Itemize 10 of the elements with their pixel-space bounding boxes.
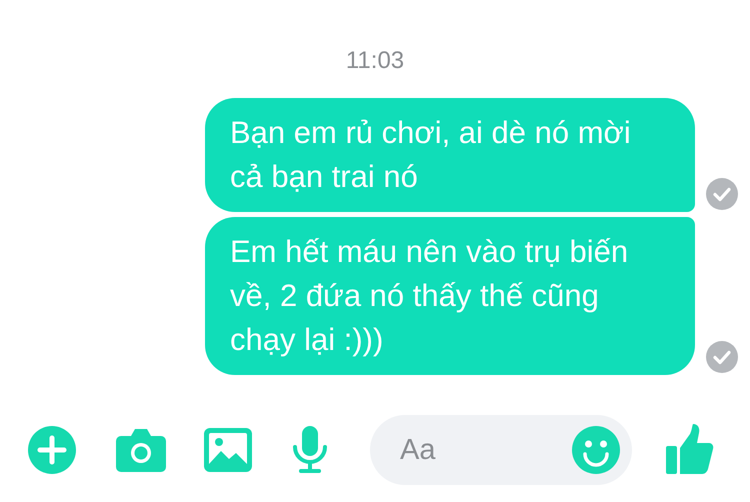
message-field[interactable]: Aa — [370, 415, 632, 485]
thumbs-up-button[interactable] — [666, 424, 714, 476]
smiley-icon[interactable] — [572, 426, 620, 474]
message-bubble: Em hết máu nên vào trụ biến về, 2 đứa nó thấy thế cũng chạy lại :))) — [205, 217, 695, 375]
message-bubble: Bạn em rủ chơi, ai dè nó mời cả bạn trai nó — [205, 98, 695, 212]
camera-button[interactable] — [116, 428, 166, 472]
timestamp: 11:03 — [346, 46, 404, 76]
add-button[interactable] — [28, 426, 76, 474]
microphone-button[interactable] — [292, 426, 328, 474]
image-button[interactable] — [204, 428, 252, 472]
